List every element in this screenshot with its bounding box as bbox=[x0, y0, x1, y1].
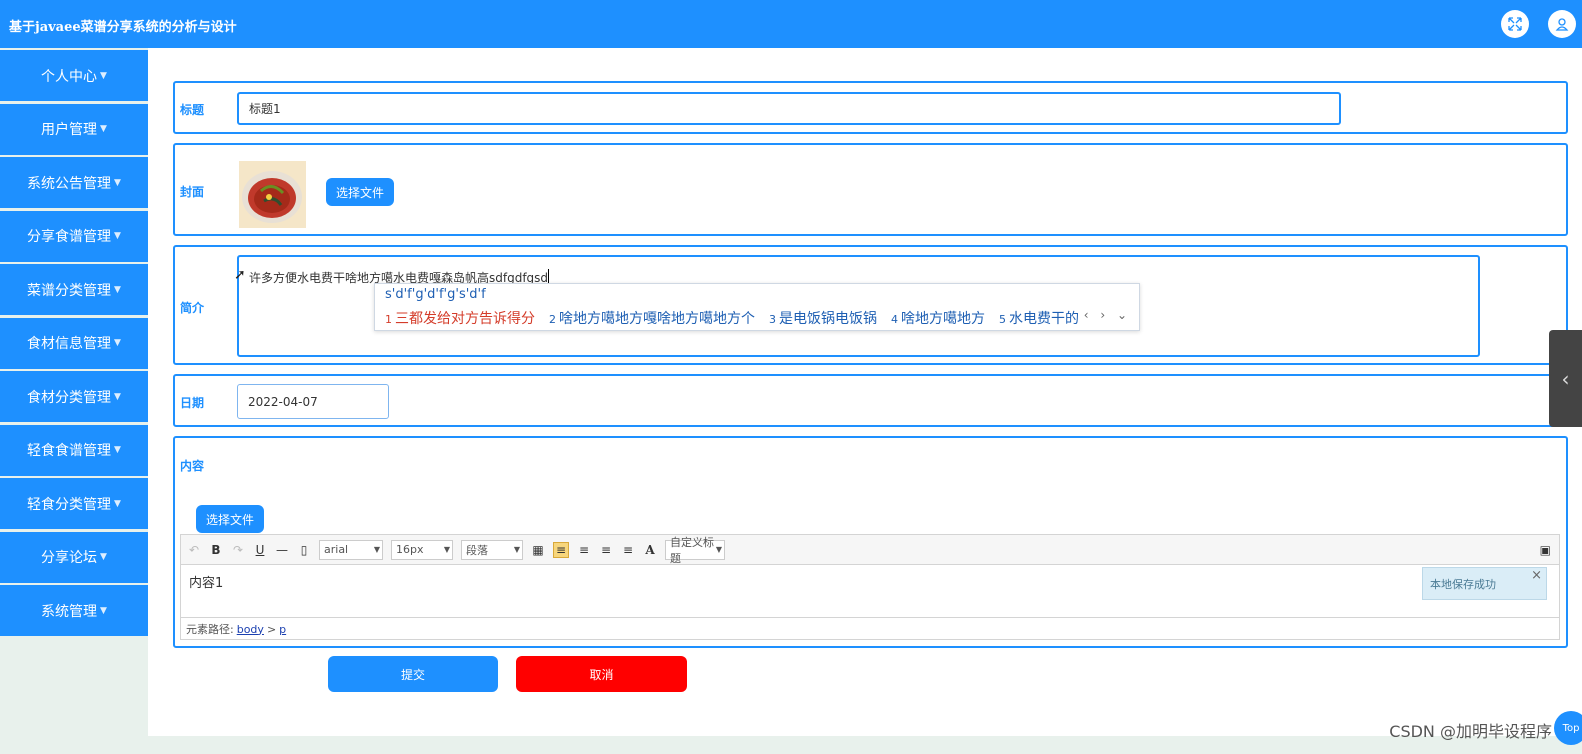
caret-down-icon: ▼ bbox=[114, 445, 121, 455]
ime-candidate[interactable]: 1 三都发给对方告诉得分 bbox=[385, 308, 535, 328]
editor-content-text: 内容1 bbox=[189, 576, 224, 591]
ime-candidate[interactable]: 4 啥地方噶地方 bbox=[891, 308, 985, 328]
table-icon[interactable]: ▦ bbox=[531, 543, 545, 557]
intro-label: 简介 bbox=[180, 301, 205, 315]
ime-candidate[interactable]: 3 是电饭锅电饭锅 bbox=[769, 308, 877, 328]
editor-body[interactable]: 内容1 本地保存成功 × bbox=[181, 565, 1559, 617]
watermark: CSDN @加明毕设程序 bbox=[1389, 722, 1552, 741]
sidebar-item-ingredients[interactable]: 食材信息管理 ▼ bbox=[0, 317, 148, 369]
date-row: 日期 2022-04-07 bbox=[173, 374, 1568, 427]
caret-down-icon: ▼ bbox=[100, 124, 107, 134]
align-left-icon[interactable]: ≡ bbox=[553, 541, 569, 558]
cover-label: 封面 bbox=[180, 185, 205, 199]
sidebar-item-light-categories[interactable]: 轻食分类管理 ▼ bbox=[0, 478, 148, 529]
align-right-icon[interactable]: ≡ bbox=[577, 543, 591, 557]
sidebar-item-ingredient-categories[interactable]: 食材分类管理 ▼ bbox=[0, 371, 148, 422]
sidebar: 个人中心 ▼ 用户管理 ▼ 系统公告管理 ▼ 分享食谱管理 ▼ 菜谱分类管理 ▼ 食材信息… bbox=[0, 50, 148, 639]
caret-down-icon: ▼ bbox=[114, 338, 121, 348]
path-p-link[interactable]: p bbox=[279, 623, 286, 636]
caret-down-icon: ▼ bbox=[100, 70, 107, 81]
top-bar: 基于javaee菜谱分享系统的分析与设计 bbox=[0, 0, 1582, 48]
paragraph-select[interactable]: 段落 ▼ bbox=[461, 539, 523, 560]
date-label: 日期 bbox=[180, 396, 205, 410]
font-color-icon[interactable]: A bbox=[643, 543, 657, 557]
chevron-left-icon: ‹ bbox=[1561, 366, 1570, 391]
caret-down-icon: ▼ bbox=[100, 552, 107, 562]
content-choose-file-button[interactable]: 选择文件 bbox=[196, 505, 264, 533]
collapse-panel-tab[interactable]: ‹ bbox=[1549, 330, 1582, 427]
cover-row: 封面 选择文件 bbox=[173, 143, 1568, 236]
document-icon[interactable]: ▯ bbox=[297, 543, 311, 557]
autosave-toast: 本地保存成功 × bbox=[1422, 567, 1547, 600]
editor-toolbar: ↶ B ↷ U — ▯ arial ▼ 16px ▼ 段落 ▼ ▦ ≡ ≡ ≡ ≡ A… bbox=[181, 535, 1559, 565]
sidebar-item-user-management[interactable]: 用户管理 ▼ bbox=[0, 103, 148, 155]
back-to-top-button[interactable]: Top bbox=[1554, 711, 1582, 745]
font-family-select[interactable]: arial ▼ bbox=[319, 539, 383, 560]
cover-choose-file-button[interactable]: 选择文件 bbox=[326, 178, 394, 206]
title-row: 标题 标题1 bbox=[173, 81, 1568, 134]
underline-icon[interactable]: U bbox=[253, 543, 267, 557]
app-title: 基于javaee菜谱分享系统的分析与设计 bbox=[9, 20, 237, 35]
ime-page-nav-icon[interactable]: ‹ › ⌄ bbox=[1084, 308, 1131, 322]
fullscreen-editor-icon[interactable]: ▣ bbox=[1540, 543, 1551, 557]
align-center-icon[interactable]: ≡ bbox=[599, 543, 613, 557]
caret-down-icon: ▼ bbox=[100, 605, 107, 616]
caret-down-icon: ▼ bbox=[114, 231, 121, 241]
sidebar-item-forum[interactable]: 分享论坛 ▼ bbox=[0, 531, 148, 583]
main-content: 标题 标题1 封面 选择文件 简介 许多方便水电费干啥地方噶水电费嘎森岛帆高sd… bbox=[148, 48, 1582, 736]
horizontal-rule-icon[interactable]: — bbox=[275, 543, 289, 557]
sidebar-item-announcements[interactable]: 系统公告管理 ▼ bbox=[0, 157, 148, 208]
submit-button[interactable]: 提交 bbox=[328, 656, 498, 692]
path-body-link[interactable]: body bbox=[237, 623, 264, 636]
undo-icon[interactable]: ↶ bbox=[187, 543, 201, 557]
caret-down-icon: ▼ bbox=[114, 498, 121, 509]
sidebar-item-light-recipes[interactable]: 轻食食谱管理 ▼ bbox=[0, 424, 148, 476]
align-justify-icon[interactable]: ≡ bbox=[621, 543, 635, 557]
ime-candidate-window: s'd'f'g'd'f'g's'd'f 1 三都发给对方告诉得分 2 啥地方噶地方嘎… bbox=[374, 283, 1140, 331]
cancel-button[interactable]: 取消 bbox=[516, 656, 687, 692]
fullscreen-icon[interactable] bbox=[1501, 10, 1529, 38]
title-input[interactable]: 标题1 bbox=[237, 92, 1341, 125]
date-input[interactable]: 2022-04-07 bbox=[237, 384, 389, 419]
close-icon[interactable]: × bbox=[1531, 568, 1542, 583]
caret-down-icon: ▼ bbox=[114, 284, 121, 295]
caret-down-icon: ▼ bbox=[114, 391, 121, 402]
font-size-select[interactable]: 16px ▼ bbox=[391, 539, 453, 560]
cover-image bbox=[239, 161, 306, 228]
sidebar-item-shared-recipes[interactable]: 分享食谱管理 ▼ bbox=[0, 210, 148, 262]
title-label: 标题 bbox=[180, 103, 205, 117]
intro-row: 简介 许多方便水电费干啥地方噶水电费嘎森岛帆高sdfgdfgsd s'd'f'g… bbox=[173, 245, 1568, 365]
content-label: 内容 bbox=[180, 459, 205, 473]
caret-down-icon: ▼ bbox=[114, 177, 121, 188]
sidebar-item-recipe-categories[interactable]: 菜谱分类管理 ▼ bbox=[0, 264, 148, 315]
rich-text-editor: ↶ B ↷ U — ▯ arial ▼ 16px ▼ 段落 ▼ ▦ ≡ ≡ ≡ ≡ A… bbox=[180, 534, 1560, 640]
ime-candidate[interactable]: 5 水电费干的 bbox=[999, 308, 1079, 328]
custom-title-select[interactable]: 自定义标题 ▼ bbox=[665, 536, 725, 565]
user-icon[interactable] bbox=[1548, 10, 1576, 38]
content-row: 内容 选择文件 ↶ B ↷ U — ▯ arial ▼ 16px ▼ 段落 ▼ ▦ ≡… bbox=[173, 436, 1568, 648]
text-caret bbox=[548, 269, 550, 283]
sidebar-item-system[interactable]: 系统管理 ▼ bbox=[0, 585, 148, 636]
ime-candidate[interactable]: 2 啥地方噶地方嘎啥地方噶地方个 bbox=[549, 308, 755, 328]
bold-icon[interactable]: B bbox=[209, 543, 223, 557]
element-path: 元素路径: body > p bbox=[181, 617, 1559, 640]
ime-pinyin: s'd'f'g'd'f'g's'd'f bbox=[385, 287, 486, 302]
sidebar-item-personal-center[interactable]: 个人中心 ▼ bbox=[0, 50, 148, 101]
mouse-cursor-icon: ➚ bbox=[234, 267, 246, 283]
redo-icon[interactable]: ↷ bbox=[231, 543, 245, 557]
